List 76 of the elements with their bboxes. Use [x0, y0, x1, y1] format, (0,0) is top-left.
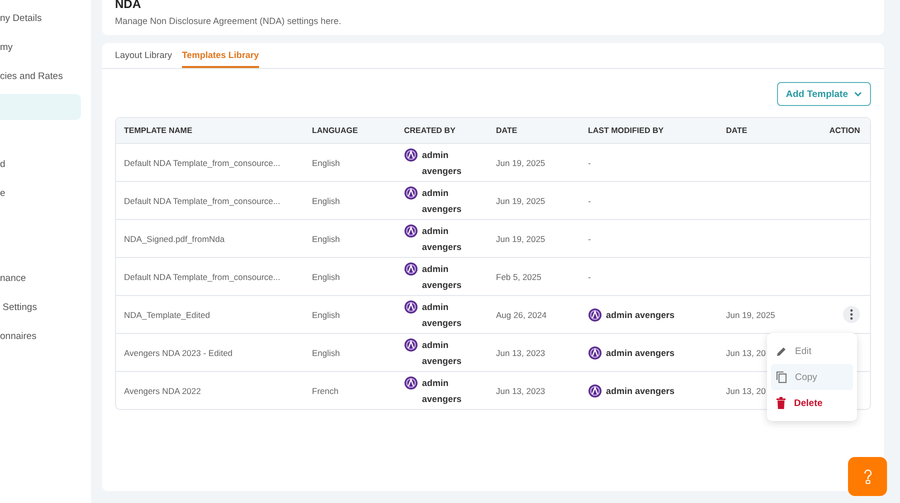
more-options-button[interactable]	[843, 306, 860, 323]
table-cell-text: Avengers NDA 2022	[123, 386, 202, 396]
table-cell-text: NDA_Template_Edited	[123, 310, 211, 320]
sidebar-item[interactable]: ny Details	[0, 4, 91, 33]
avatar-icon	[404, 338, 418, 352]
column-header: ACTION	[828, 126, 861, 135]
table-cell-text: -	[588, 156, 591, 170]
column-header: LAST MODIFIED BY	[587, 126, 665, 135]
table-cell-text: Feb 5, 2025	[495, 272, 542, 282]
table-cell-text: English	[311, 310, 341, 320]
column-header: DATE	[495, 126, 518, 135]
table-cell-text: Avengers NDA 2023 - Edited	[123, 348, 234, 358]
menu-item[interactable]: Edit	[771, 338, 853, 364]
user-name: admin avengers	[606, 384, 675, 398]
help-button[interactable]	[848, 457, 887, 496]
column-header: DATE	[725, 126, 748, 135]
table-cell-text: English	[311, 234, 341, 244]
user-name: admin avengers	[422, 262, 462, 292]
page-title: NDA	[115, 0, 142, 10]
table-cell-text: Jun 19, 2025	[495, 234, 546, 244]
user-name: admin avengers	[422, 338, 462, 368]
avatar-icon	[404, 224, 418, 238]
avatar-icon	[404, 300, 418, 314]
sidebar-item[interactable]: d	[0, 150, 91, 179]
table-cell-text: English	[311, 158, 341, 168]
table-cell-text: Default NDA Template_from_consource...	[123, 272, 282, 282]
table-cell: Jun 13, 20	[726, 386, 766, 396]
table-cell-text: Jun 13, 2023	[495, 386, 546, 396]
column-header: CREATED BY	[403, 126, 456, 135]
table-cell: Jun 13, 20	[726, 348, 766, 358]
table-cell-text: Default NDA Template_from_consource...	[123, 158, 282, 168]
user-name: admin avengers	[422, 186, 462, 216]
table-cell-text: Default NDA Template_from_consource...	[123, 196, 282, 206]
menu-item[interactable]: Delete	[771, 390, 853, 416]
pencil-icon	[776, 346, 787, 356]
table-cell-text: English	[311, 196, 341, 206]
table-cell-text: English	[311, 348, 341, 358]
sidebar-item[interactable]: Settings	[0, 293, 91, 322]
tab[interactable]: Layout Library	[115, 43, 172, 68]
user-name: admin avengers	[422, 148, 462, 178]
avatar-icon	[404, 148, 418, 162]
sidebar-item[interactable]: my	[0, 33, 91, 62]
sidebar-item[interactable]: onnaires	[0, 322, 91, 351]
avatar-icon	[588, 384, 602, 398]
trash-icon	[776, 397, 786, 409]
question-bulb-icon	[862, 468, 872, 484]
more-vertical-icon	[850, 309, 853, 320]
copy-icon	[776, 371, 787, 383]
avatar-icon	[588, 308, 602, 322]
avatar-icon	[404, 262, 418, 276]
table-cell-text: Jun 13, 2023	[495, 348, 546, 358]
table-cell-text: -	[588, 194, 591, 208]
column-header: TEMPLATE NAME	[123, 126, 194, 135]
table-cell-text: -	[588, 232, 591, 246]
chevron-down-icon	[854, 91, 862, 97]
table-cell-text: French	[311, 386, 340, 396]
avatar-icon	[404, 376, 418, 390]
user-name: admin avengers	[606, 308, 675, 322]
sidebar-item[interactable]: e	[0, 179, 91, 208]
page-subtitle: Manage Non Disclosure Agreement (NDA) settings here.	[115, 16, 342, 26]
column-header: LANGUAGE	[311, 126, 359, 135]
avatar-icon	[588, 346, 602, 360]
avatar-icon	[404, 186, 418, 200]
user-name: admin avengers	[422, 300, 462, 330]
table-cell-text: NDA_Signed.pdf_fromNda	[123, 234, 226, 244]
sidebar-item[interactable]: cies and Rates	[0, 62, 91, 91]
table-cell-text: English	[311, 272, 341, 282]
table-cell-text: Jun 19, 2025	[495, 158, 546, 168]
user-name: admin avengers	[422, 224, 462, 254]
sidebar-item[interactable]: nance	[0, 264, 91, 293]
table-cell: Jun 19, 2025	[726, 310, 776, 320]
table-cell-text: Jun 19, 2025	[495, 196, 546, 206]
user-name: admin avengers	[606, 346, 675, 360]
table-cell-text: Aug 26, 2024	[495, 310, 548, 320]
user-name: admin avengers	[422, 376, 462, 406]
table-cell-text: -	[588, 270, 591, 284]
